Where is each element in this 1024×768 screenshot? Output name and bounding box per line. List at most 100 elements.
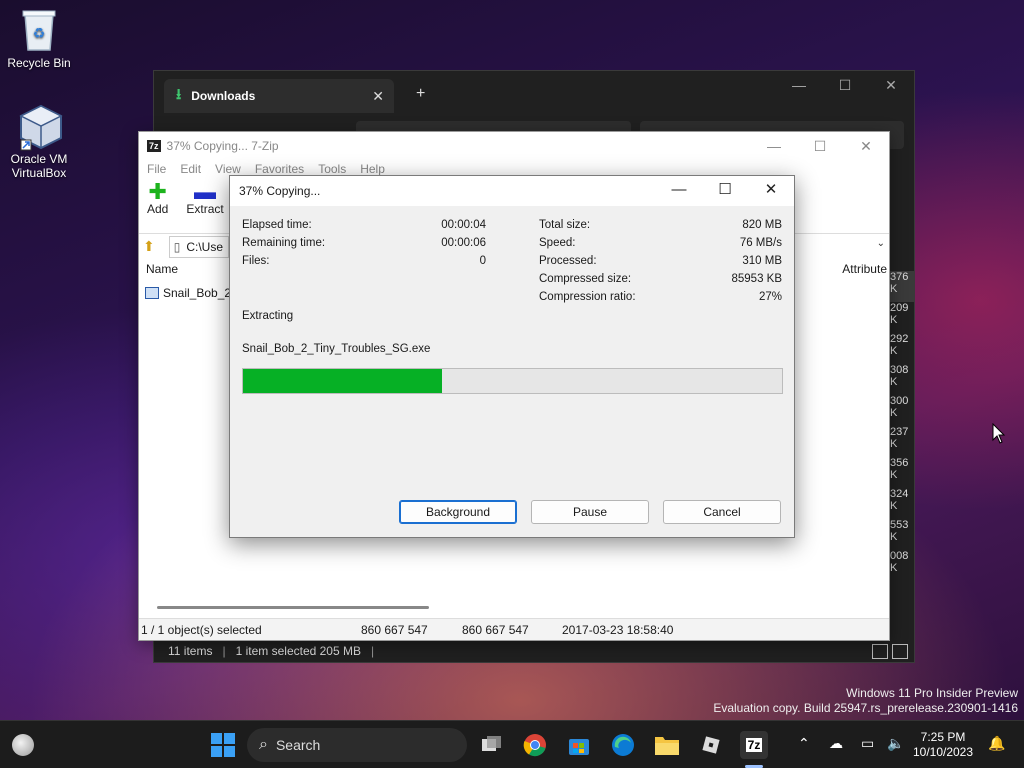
add-button[interactable]: ✚ Add (147, 179, 168, 218)
desktop-icon-label: Oracle VM (10, 152, 68, 166)
virtualbox-icon (19, 104, 63, 151)
horizontal-scrollbar[interactable] (157, 606, 429, 609)
explorer-status-bar: 11 items | 1 item selected 205 MB | (168, 644, 375, 658)
files-label: Files: (242, 255, 270, 267)
minimize-button[interactable]: — (751, 134, 797, 158)
taskbar-search[interactable]: ⌕ Search (247, 728, 467, 762)
close-tab-icon[interactable]: ✕ (372, 88, 384, 105)
pause-button-label: Pause (572, 505, 608, 519)
weather-icon[interactable] (12, 734, 34, 756)
size-cell: 308 K (890, 364, 909, 388)
minimize-button[interactable]: — (776, 77, 822, 94)
plus-icon: ✚ (148, 179, 167, 204)
windows-logo-icon (211, 733, 235, 757)
extract-label: Extract (186, 202, 224, 216)
start-button[interactable] (209, 731, 237, 759)
recycle-bin-icon: ♻ (19, 8, 59, 52)
size-column: 376 K 209 K 292 K 308 K 300 K 237 K 356 … (890, 271, 914, 581)
7zip-status-bar: 1 / 1 object(s) selected 860 667 547 860… (139, 618, 889, 640)
roblox-icon[interactable] (697, 731, 725, 759)
total-size-label: Total size: (539, 219, 591, 231)
close-button[interactable]: ✕ (868, 77, 914, 94)
virtualbox-shortcut[interactable]: Oracle VM VirtualBox (1, 104, 77, 180)
action-label: Extracting (242, 310, 294, 322)
menu-favorites[interactable]: Favorites (255, 162, 304, 176)
compressed-size-label: Compressed size: (539, 273, 632, 285)
edge-icon[interactable] (609, 731, 637, 759)
total-size-value: 820 MB (742, 219, 782, 231)
close-button[interactable]: ✕ (748, 176, 794, 204)
processed-label: Processed: (539, 255, 597, 267)
chevron-down-icon[interactable]: ⌄ (877, 238, 885, 249)
menu-help[interactable]: Help (360, 162, 385, 176)
maximize-button[interactable]: ☐ (822, 77, 868, 94)
list-item[interactable]: Snail_Bob_2_ (145, 286, 238, 300)
processed-value: 310 MB (742, 255, 782, 267)
search-label: Search (275, 737, 321, 753)
cancel-button[interactable]: Cancel (663, 500, 781, 524)
selection-info: 1 item selected 205 MB (235, 644, 361, 658)
extract-button[interactable]: ▬ Extract (186, 181, 224, 218)
desktop-icon-label: VirtualBox (11, 166, 67, 180)
size-cell: 292 K (890, 333, 909, 357)
compression-ratio-value: 27% (758, 291, 782, 303)
search-icon: ⌕ (259, 736, 268, 753)
menu-file[interactable]: File (147, 162, 166, 176)
network-icon[interactable]: ▭ (861, 735, 874, 752)
column-name[interactable]: Name (146, 262, 178, 276)
size-cell: 008 K (890, 550, 909, 574)
details-view-button[interactable] (872, 644, 888, 659)
maximize-button[interactable]: ☐ (797, 134, 843, 158)
current-file-label: Snail_Bob_2_Tiny_Troubles_SG.exe (242, 343, 431, 355)
remaining-label: Remaining time: (242, 237, 326, 249)
minimize-button[interactable]: — (656, 176, 702, 204)
background-button-label: Background (425, 505, 491, 519)
clock-time: 7:25 PM (920, 730, 966, 744)
size-status: 860 667 547 (361, 623, 428, 637)
window-title: 37% Copying... 7-Zip (166, 139, 279, 153)
tab-downloads[interactable]: ⭳ Downloads ✕ (164, 79, 394, 113)
size-cell: 237 K (890, 426, 909, 450)
size-cell: 300 K (890, 395, 909, 419)
store-icon[interactable] (565, 731, 593, 759)
volume-muted-icon[interactable]: 🔈 (887, 735, 904, 752)
mouse-cursor-icon (992, 422, 1006, 448)
pause-button[interactable]: Pause (531, 500, 649, 524)
document-icon: ▯ (173, 239, 181, 254)
files-value: 0 (479, 255, 486, 267)
chrome-icon[interactable] (521, 731, 549, 759)
path-text: C:\Use (186, 239, 224, 254)
column-attribute[interactable]: Attribute (842, 262, 887, 276)
size-cell: 209 K (890, 302, 909, 326)
download-icon: ⭳ (176, 85, 182, 103)
file-explorer-icon[interactable] (653, 731, 681, 759)
menu-view[interactable]: View (215, 162, 241, 176)
path-input[interactable]: ▯ C:\Use (168, 235, 229, 258)
cancel-button-label: Cancel (703, 505, 741, 519)
onedrive-icon[interactable]: ☁ (829, 735, 843, 752)
close-button[interactable]: ✕ (843, 134, 889, 158)
background-button[interactable]: Background (399, 500, 517, 524)
new-tab-button[interactable]: + (416, 85, 425, 103)
chevron-up-icon[interactable]: ⌃ (798, 735, 810, 752)
tiles-view-button[interactable] (892, 644, 908, 659)
svg-text:♻: ♻ (33, 26, 46, 42)
desktop-icon-label: Recycle Bin (7, 56, 71, 70)
selection-status: 1 / 1 object(s) selected (141, 623, 262, 637)
maximize-button[interactable]: ☐ (702, 176, 748, 204)
menu-edit[interactable]: Edit (180, 162, 201, 176)
tab-title: Downloads (191, 89, 256, 103)
size-cell: 376 K (890, 271, 914, 302)
copy-progress-dialog[interactable]: 37% Copying... — ☐ ✕ Elapsed time: 00:00… (229, 175, 795, 538)
folder-up-icon[interactable]: ⬆ (143, 238, 155, 255)
task-view-icon[interactable] (478, 731, 506, 759)
7zip-taskbar-icon[interactable]: 7z (740, 731, 768, 759)
remaining-value: 00:00:06 (441, 237, 486, 249)
elapsed-label: Elapsed time: (242, 219, 312, 231)
notification-bell-icon[interactable]: 🔔 (988, 735, 1005, 752)
file-name: Snail_Bob_2_ (163, 286, 238, 300)
recycle-bin-shortcut[interactable]: ♻ Recycle Bin (1, 8, 77, 70)
elapsed-value: 00:00:04 (441, 219, 486, 231)
menu-tools[interactable]: Tools (318, 162, 346, 176)
system-clock[interactable]: 7:25 PM 10/10/2023 (912, 730, 974, 760)
